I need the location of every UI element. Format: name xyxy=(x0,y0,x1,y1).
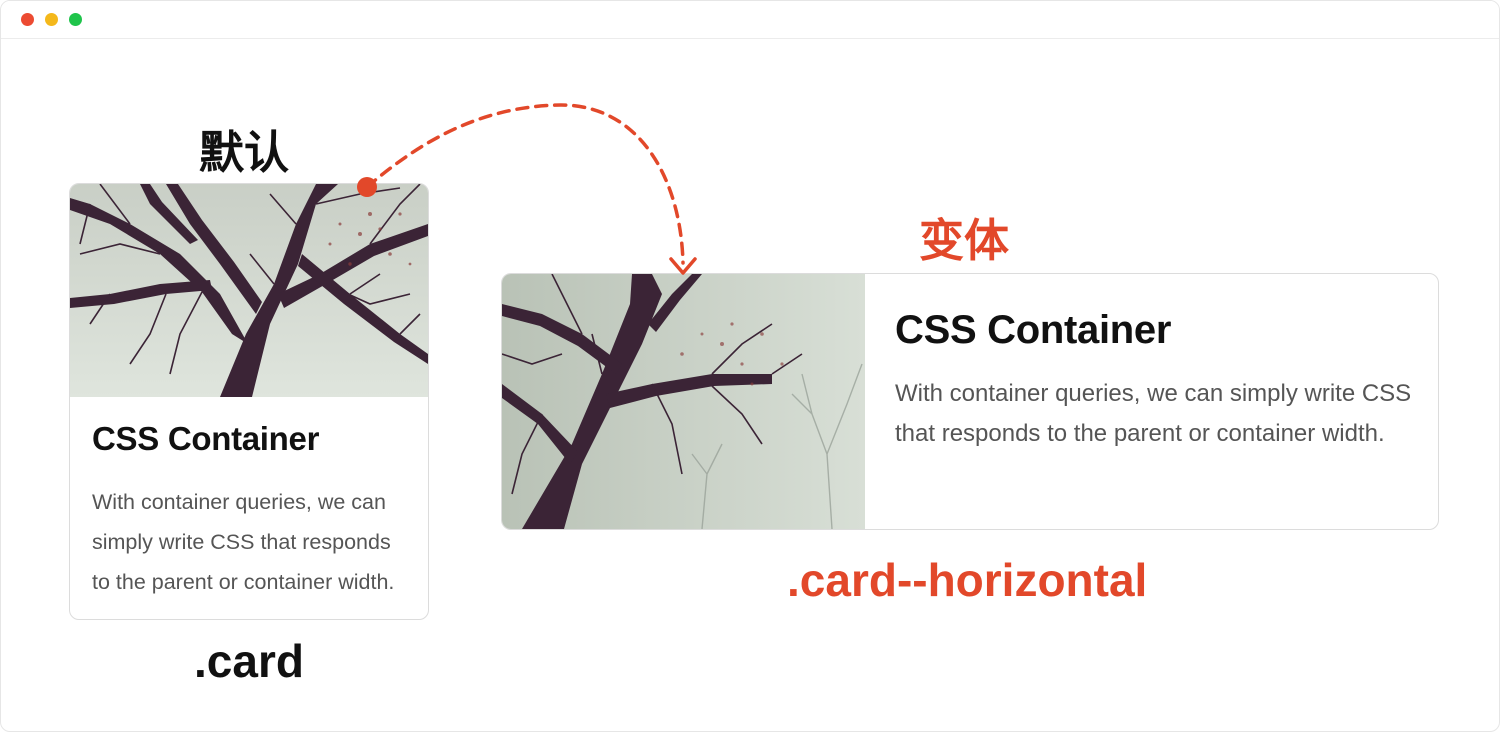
browser-window: 默认 变体 CSS Container With container queri… xyxy=(0,0,1500,732)
tree-image xyxy=(70,184,428,397)
horizontal-card-title: CSS Container xyxy=(895,308,1172,352)
close-window-button[interactable] xyxy=(21,13,34,26)
default-label: 默认 xyxy=(199,126,290,179)
horizontal-card-description: With container queries, we can simply wr… xyxy=(895,380,1412,447)
card-title: CSS Container xyxy=(92,420,320,457)
arrow-head-icon xyxy=(669,257,697,275)
card-class-label: .card xyxy=(194,635,304,687)
horizontal-card: CSS Container With container queries, we… xyxy=(501,273,1439,530)
default-card: CSS Container With container queries, we… xyxy=(69,183,429,620)
card-description: With container queries, we can simply wr… xyxy=(92,490,395,594)
maximize-window-button[interactable] xyxy=(69,13,82,26)
variant-label: 变体 xyxy=(919,214,1010,267)
window-titlebar xyxy=(1,1,1499,39)
horizontal-class-label: .card--horizontal xyxy=(787,554,1148,606)
minimize-window-button[interactable] xyxy=(45,13,58,26)
tree-image xyxy=(502,274,865,529)
